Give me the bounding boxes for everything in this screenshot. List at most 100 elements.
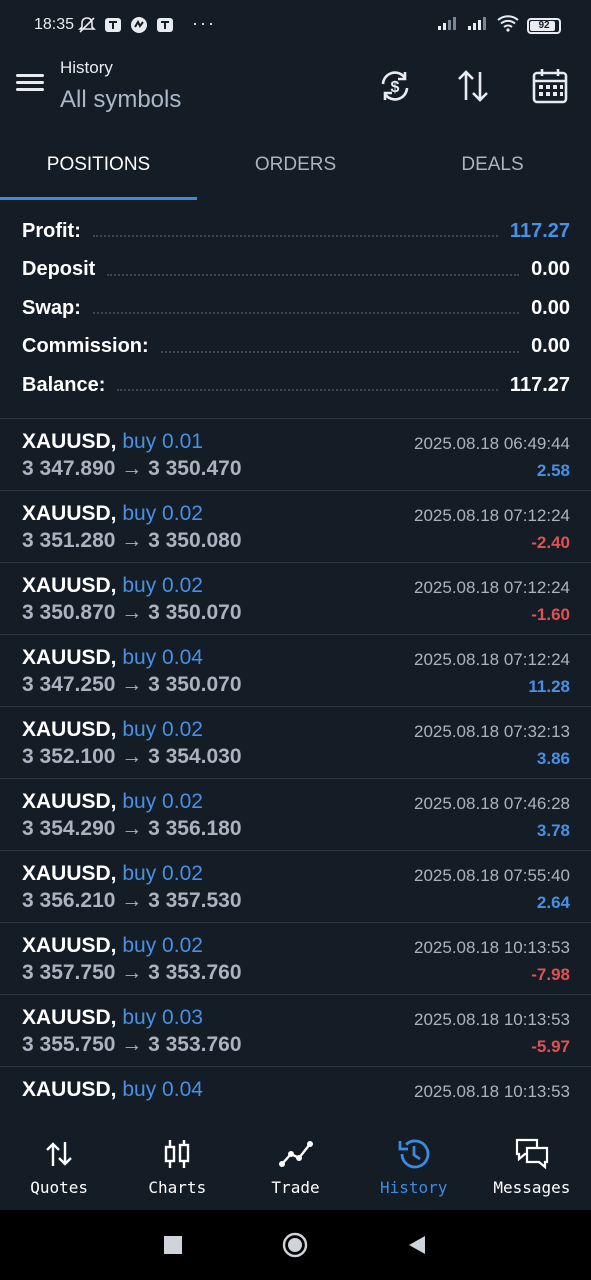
balance-value: 117.27 — [509, 373, 570, 396]
position-time: 2025.08.18 06:49:44 — [414, 434, 570, 453]
nav-trade[interactable]: Trade — [236, 1118, 354, 1210]
positions-list[interactable]: XAUUSD, buy 0.01 3 347.890 → 3 350.470 2… — [0, 418, 591, 1117]
messages-icon — [515, 1138, 549, 1170]
position-prices: 3 355.750 → 3 353.760 — [22, 1033, 242, 1056]
deposit-label: Deposit — [22, 258, 96, 281]
position-symbol: XAUUSD, — [22, 1006, 117, 1029]
wifi-icon — [497, 14, 519, 37]
charts-icon — [165, 1140, 190, 1168]
position-prices: 3 347.890 → 3 350.470 — [22, 457, 242, 480]
nav-history[interactable]: History — [355, 1118, 473, 1210]
position-time: 2025.08.18 07:12:24 — [414, 578, 570, 597]
summary-row-profit: Profit: 117.27 — [0, 212, 591, 251]
swap-value: 0.00 — [531, 296, 570, 319]
position-prices: 3 354.290 → 3 356.180 — [22, 817, 242, 840]
nav-history-label: History — [379, 1178, 448, 1197]
list-item[interactable]: XAUUSD, buy 0.02 3 357.750 → 3 353.760 2… — [0, 923, 591, 995]
tab-orders[interactable]: ORDERS — [197, 132, 394, 200]
commission-label: Commission: — [22, 335, 149, 358]
tab-positions[interactable]: POSITIONS — [0, 132, 197, 200]
status-bar: 18:35 ··· 92 — [0, 0, 591, 52]
status-time: 18:35 — [34, 16, 75, 33]
list-item[interactable]: XAUUSD, buy 0.02 3 356.210 → 3 357.530 2… — [0, 851, 591, 923]
battery-icon: 92 — [527, 17, 561, 34]
currency-sync-button[interactable]: $ — [375, 66, 415, 106]
list-item[interactable]: XAUUSD, buy 0.02 3 354.290 → 3 356.180 2… — [0, 779, 591, 851]
summary-row-swap: Swap: 0.00 — [0, 289, 591, 328]
home-button[interactable] — [282, 1232, 308, 1258]
symbol-filter[interactable]: All symbols — [60, 86, 181, 114]
position-symbol: XAUUSD, — [22, 646, 117, 669]
app-notification-icon — [156, 16, 174, 34]
back-icon — [409, 1236, 425, 1254]
position-symbol: XAUUSD, — [22, 502, 117, 525]
menu-button[interactable] — [14, 70, 48, 100]
trade-icon — [278, 1141, 313, 1167]
app-notification-icon — [104, 16, 122, 34]
position-prices: 3 347.250 → 3 350.070 — [22, 673, 242, 696]
list-item[interactable]: XAUUSD, buy 0.02 3 352.100 → 3 354.030 2… — [0, 707, 591, 779]
position-symbol: XAUUSD, — [22, 1078, 117, 1101]
position-symbol: XAUUSD, — [22, 862, 117, 885]
nav-quotes-label: Quotes — [30, 1178, 88, 1197]
position-time: 2025.08.18 07:32:13 — [414, 722, 570, 741]
list-item[interactable]: XAUUSD, buy 0.01 3 347.890 → 3 350.470 2… — [0, 419, 591, 491]
dotted-leader — [117, 389, 498, 392]
position-profit: 2.64 — [536, 893, 570, 912]
position-side: buy 0.01 — [122, 430, 203, 453]
sort-icon — [458, 70, 488, 102]
list-item[interactable]: XAUUSD, buy 0.02 3 350.870 → 3 350.070 2… — [0, 563, 591, 635]
sort-button[interactable] — [453, 66, 493, 106]
back-button[interactable] — [403, 1232, 429, 1258]
position-side: buy 0.02 — [122, 718, 203, 741]
calendar-button[interactable] — [530, 66, 570, 106]
list-item[interactable]: XAUUSD, buy 0.02 3 351.280 → 3 350.080 2… — [0, 491, 591, 563]
list-item[interactable]: XAUUSD, buy 0.03 3 355.750 → 3 353.760 2… — [0, 995, 591, 1067]
calendar-icon — [532, 69, 568, 104]
position-side: buy 0.04 — [122, 1078, 203, 1101]
menu-icon — [16, 74, 44, 77]
list-item[interactable]: XAUUSD, buy 0.04 3 347.250 → 3 350.070 2… — [0, 635, 591, 707]
page-title: History — [60, 58, 113, 77]
quotes-icon — [46, 1142, 72, 1166]
svg-text:$: $ — [391, 79, 400, 96]
balance-label: Balance: — [22, 373, 106, 396]
position-side: buy 0.02 — [122, 862, 203, 885]
position-profit: -2.40 — [531, 533, 570, 552]
position-prices: 3 351.280 → 3 350.080 — [22, 529, 242, 552]
recents-button[interactable] — [160, 1232, 186, 1258]
position-profit: 3.86 — [536, 749, 570, 768]
position-symbol: XAUUSD, — [22, 430, 117, 453]
currency-sync-icon: $ — [381, 71, 409, 101]
nav-charts-label: Charts — [148, 1178, 207, 1197]
position-prices: 3 352.100 → 3 354.030 — [22, 745, 242, 768]
commission-value: 0.00 — [531, 335, 570, 358]
home-icon — [282, 1232, 308, 1258]
position-profit: 2.58 — [536, 461, 570, 480]
position-profit: 3.78 — [536, 821, 570, 840]
dotted-leader — [92, 235, 498, 238]
nav-trade-label: Trade — [271, 1178, 320, 1197]
nav-messages[interactable]: Messages — [473, 1118, 591, 1210]
summary-row-balance: Balance: 117.27 — [0, 366, 591, 405]
position-time: 2025.08.18 07:12:24 — [414, 506, 570, 525]
nav-messages-label: Messages — [493, 1178, 571, 1197]
dotted-leader — [107, 273, 520, 276]
position-profit: 11.28 — [528, 677, 570, 696]
recents-icon — [164, 1236, 182, 1254]
position-time: 2025.08.18 07:46:28 — [414, 794, 570, 813]
position-time: 2025.08.18 07:12:24 — [414, 650, 570, 669]
position-side: buy 0.02 — [122, 574, 203, 597]
nav-charts[interactable]: Charts — [118, 1118, 236, 1210]
summary-row-deposit: Deposit 0.00 — [0, 251, 591, 290]
dotted-leader — [160, 350, 520, 353]
nav-quotes[interactable]: Quotes — [0, 1118, 118, 1210]
profit-label: Profit: — [22, 219, 81, 242]
position-profit: -5.97 — [531, 1037, 570, 1056]
swap-label: Swap: — [22, 296, 81, 319]
position-time: 2025.08.18 07:55:40 — [414, 866, 570, 885]
position-profit: -7.98 — [531, 965, 570, 984]
position-symbol: XAUUSD, — [22, 718, 117, 741]
tab-deals[interactable]: DEALS — [394, 132, 591, 200]
list-item[interactable]: XAUUSD, buy 0.04 2025.08.18 10:13:53 — [0, 1067, 591, 1117]
